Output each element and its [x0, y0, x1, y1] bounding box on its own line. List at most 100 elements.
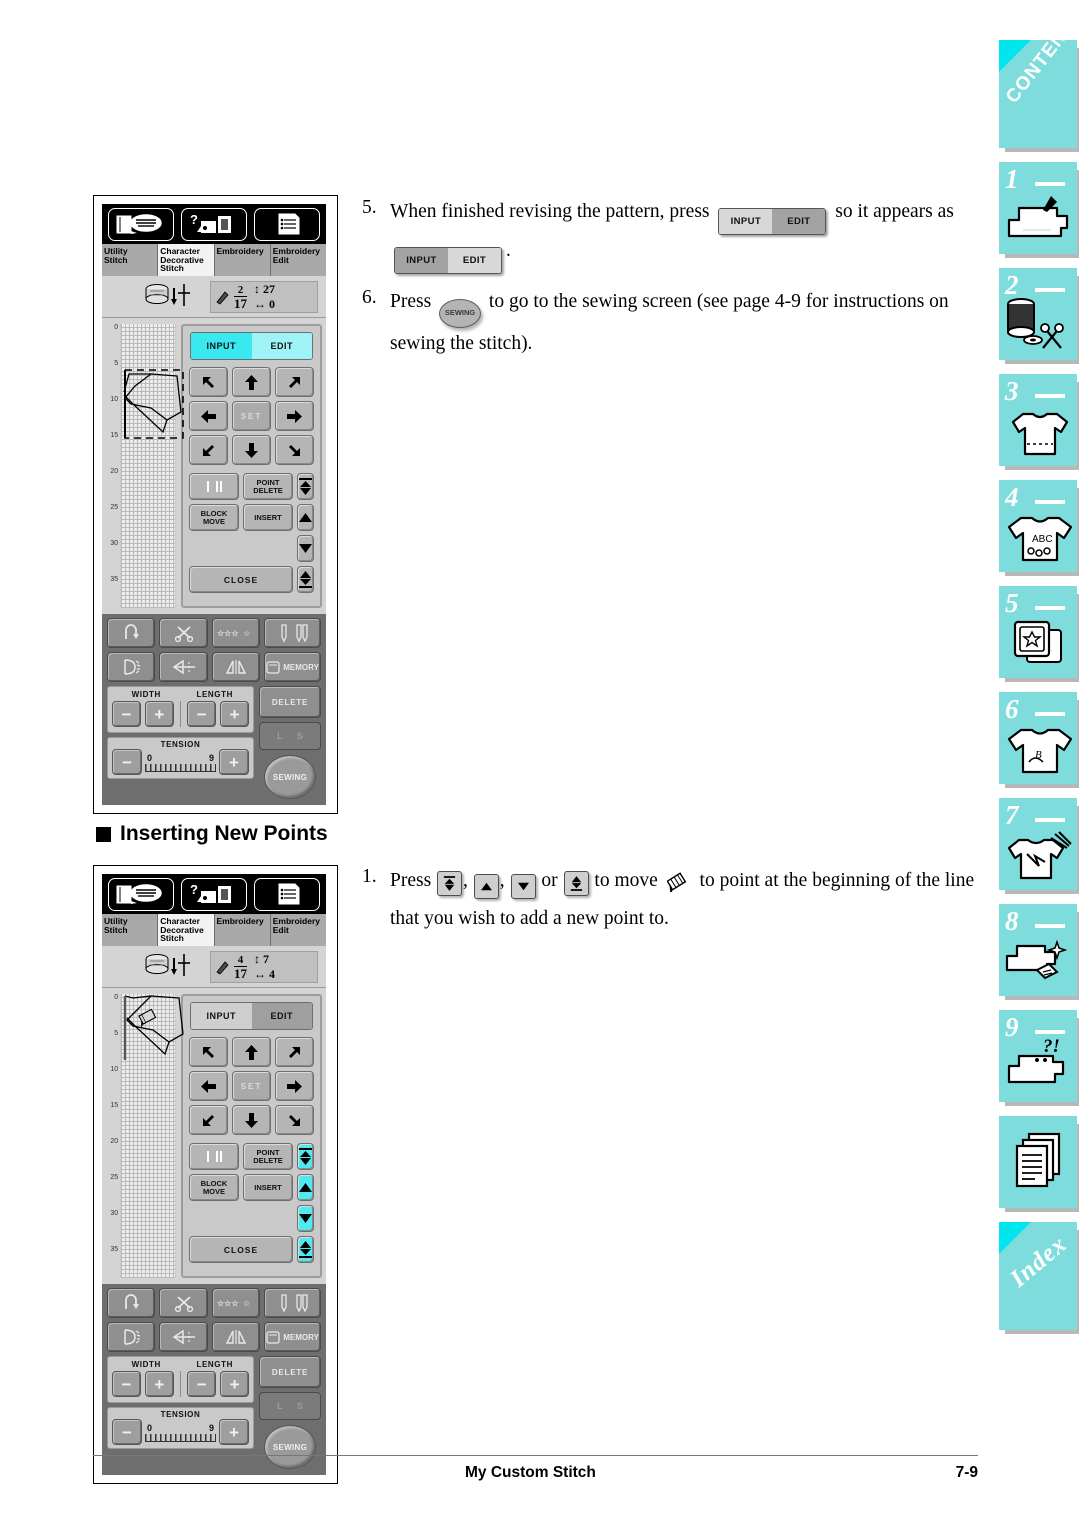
point-delete-button[interactable]: POINT DELETE — [243, 1143, 293, 1170]
sidebar-tab-chapter-2[interactable]: 2 — [999, 268, 1077, 360]
inline-first-point-icon[interactable] — [437, 871, 463, 896]
up-right-arrow-button[interactable] — [275, 1037, 314, 1067]
inline-next-point-icon[interactable] — [510, 874, 536, 899]
edit-half[interactable]: EDIT — [251, 333, 312, 359]
sidebar-tab-chapter-4[interactable]: 4 ABC — [999, 480, 1077, 572]
width-plus-button[interactable]: + — [144, 1371, 174, 1397]
edit-half-2[interactable]: EDIT — [251, 1003, 312, 1029]
tab-character-decorative-stitch[interactable]: Character Decorative Stitch — [158, 244, 215, 276]
down-right-arrow-button[interactable] — [275, 1105, 314, 1135]
stitch-quality-icon[interactable]: ☆☆☆ ☆ — [211, 618, 261, 648]
input-edit-toggle-2[interactable]: INPUT EDIT — [190, 1002, 313, 1030]
stitch-quality-icon[interactable]: ☆☆☆ ☆ — [211, 1288, 261, 1318]
input-half-2[interactable]: INPUT — [191, 1003, 252, 1029]
length-minus-button[interactable]: − — [187, 701, 217, 727]
mirror-image-icon[interactable] — [159, 1322, 208, 1352]
inline-input-edit-toggle-1[interactable]: INPUT EDIT — [718, 208, 827, 236]
inline-sewing-button[interactable]: SEWING — [439, 298, 482, 328]
character-decorative-icon[interactable]: ? — [180, 207, 247, 241]
first-point-button[interactable] — [297, 473, 314, 500]
reverse-stitch-icon[interactable] — [107, 618, 156, 648]
inline-input-1[interactable]: INPUT — [719, 209, 773, 235]
right-arrow-button[interactable] — [275, 1071, 314, 1101]
close-button[interactable]: CLOSE — [189, 566, 293, 593]
sidebar-tab-chapter-5[interactable]: 5 — [999, 586, 1077, 678]
utility-stitch-icon[interactable] — [108, 207, 175, 241]
tension-plus-button[interactable]: + — [219, 1419, 249, 1445]
tension-minus-button[interactable]: − — [112, 1419, 142, 1445]
next-point-button[interactable] — [297, 535, 314, 562]
tension-plus-button[interactable]: + — [219, 749, 249, 775]
inline-previous-point-icon[interactable] — [473, 874, 499, 899]
length-plus-button[interactable]: + — [220, 701, 249, 727]
tab-embroidery-edit[interactable]: Embroidery Edit — [270, 244, 326, 276]
last-point-button[interactable] — [297, 1236, 314, 1263]
tab-embroidery[interactable]: Embroidery — [214, 914, 271, 946]
insert-button[interactable]: INSERT — [243, 1174, 293, 1201]
needle-mode-icon[interactable] — [264, 1288, 321, 1318]
tension-minus-button[interactable]: − — [112, 749, 142, 775]
up-arrow-button[interactable] — [232, 1037, 271, 1067]
embroidery-list-icon[interactable] — [253, 877, 320, 911]
sidebar-tab-contents[interactable]: CONTENTS — [999, 6, 1080, 148]
tab-embroidery[interactable]: Embroidery — [214, 244, 271, 276]
mirror-image-icon[interactable] — [159, 652, 208, 682]
presser-foot-icon[interactable] — [107, 652, 156, 682]
tab-embroidery-edit[interactable]: Embroidery Edit — [270, 914, 326, 946]
tab-character-decorative-stitch[interactable]: Character Decorative Stitch — [158, 914, 215, 946]
thread-cutter-icon[interactable] — [159, 618, 208, 648]
last-point-button[interactable] — [297, 566, 314, 593]
needle-mode-icon[interactable] — [264, 618, 321, 648]
previous-point-button[interactable] — [297, 1174, 314, 1201]
sewing-button[interactable]: SEWING — [264, 755, 316, 799]
stitch-preview-canvas[interactable] — [120, 324, 184, 608]
length-plus-button[interactable]: + — [220, 1371, 249, 1397]
utility-stitch-icon[interactable] — [108, 877, 175, 911]
down-right-arrow-button[interactable] — [275, 435, 314, 465]
sidebar-tab-chapter-3[interactable]: 3 — [999, 374, 1077, 466]
up-right-arrow-button[interactable] — [275, 367, 314, 397]
close-button-2[interactable]: CLOSE — [189, 1236, 293, 1263]
delete-button[interactable]: DELETE — [259, 1356, 321, 1388]
set-button[interactable]: SET — [232, 401, 271, 431]
inline-input-2[interactable]: INPUT — [395, 248, 448, 274]
insert-button[interactable]: INSERT — [243, 504, 293, 531]
first-point-button[interactable] — [297, 1143, 314, 1170]
embroidery-list-icon[interactable] — [253, 207, 320, 241]
ls-toggle-button[interactable]: L S — [259, 1392, 321, 1420]
memory-button[interactable]: MEMORY — [264, 652, 321, 682]
tab-utility-stitch[interactable]: Utility Stitch — [102, 914, 159, 946]
inline-edit-2[interactable]: EDIT — [448, 248, 501, 274]
sidebar-tab-chapter-6[interactable]: 6 B — [999, 692, 1077, 784]
sidebar-tab-index[interactable]: Index — [999, 1222, 1077, 1330]
delete-button[interactable]: DELETE — [259, 686, 321, 718]
sidebar-tab-chapter-7[interactable]: 7 — [999, 798, 1077, 890]
sidebar-tab-chapter-1[interactable]: 1 — [999, 162, 1077, 254]
sidebar-tab-appendix[interactable] — [999, 1116, 1077, 1208]
thread-cutter-icon[interactable] — [159, 1288, 208, 1318]
reverse-stitch-icon[interactable] — [107, 1288, 156, 1318]
ls-toggle-button[interactable]: L S — [259, 722, 321, 750]
point-delete-button[interactable]: POINT DELETE — [243, 473, 293, 500]
width-minus-button[interactable]: − — [112, 1371, 141, 1397]
tension-scale[interactable] — [145, 1433, 216, 1442]
twin-needle-icon[interactable] — [211, 1322, 261, 1352]
width-plus-button[interactable]: + — [144, 701, 174, 727]
inline-last-point-icon[interactable] — [563, 871, 589, 896]
tab-utility-stitch[interactable]: Utility Stitch — [102, 244, 159, 276]
input-half[interactable]: INPUT — [191, 333, 252, 359]
down-arrow-button[interactable] — [232, 1105, 271, 1135]
memory-button[interactable]: MEMORY — [264, 1322, 321, 1352]
length-minus-button[interactable]: − — [187, 1371, 217, 1397]
set-button-2[interactable]: SET — [232, 1071, 271, 1101]
inline-edit-1[interactable]: EDIT — [772, 209, 826, 235]
tension-scale[interactable] — [145, 763, 216, 772]
input-edit-toggle[interactable]: INPUT EDIT — [190, 332, 313, 360]
stitch-preview-canvas-2[interactable] — [120, 994, 184, 1278]
inline-input-edit-toggle-2[interactable]: INPUT EDIT — [394, 247, 502, 275]
presser-foot-icon[interactable] — [107, 1322, 156, 1352]
up-arrow-button[interactable] — [232, 367, 271, 397]
right-arrow-button[interactable] — [275, 401, 314, 431]
down-arrow-button[interactable] — [232, 435, 271, 465]
character-decorative-icon[interactable]: ? — [180, 877, 247, 911]
